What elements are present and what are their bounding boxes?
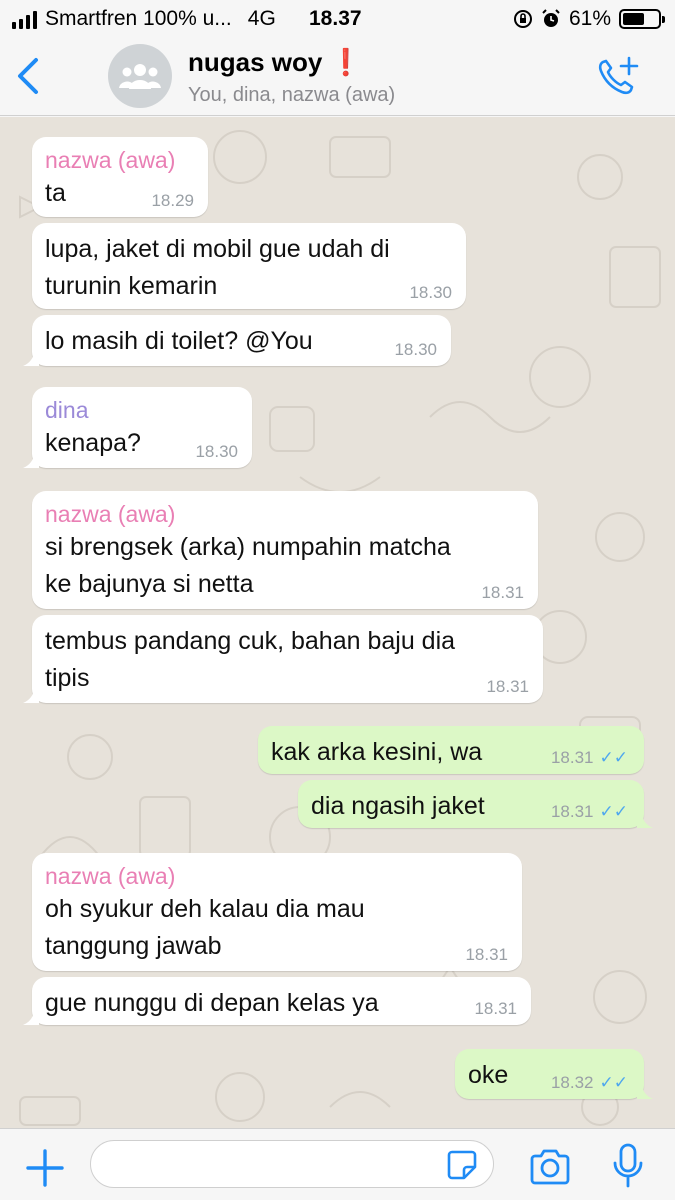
chat-title[interactable]: nugas woy ❗: [188, 47, 362, 78]
plus-icon[interactable]: [24, 1147, 66, 1189]
bubble-tail: [23, 452, 39, 468]
message-time: 18.31: [465, 945, 508, 964]
network-type: 4G: [247, 7, 276, 30]
sender-name: nazwa (awa): [45, 147, 176, 173]
group-icon: [119, 64, 161, 89]
message-time: 18.30: [394, 340, 437, 359]
message-text: lo masih di toilet? @You: [45, 327, 313, 355]
message-bubble-outgoing[interactable]: kak arka kesini, wa 18.31 ✓✓: [258, 726, 644, 774]
status-bar: Smartfren 100% u... 4G 18.37 61%: [0, 0, 675, 38]
add-call-icon[interactable]: [595, 54, 641, 98]
message-input[interactable]: [90, 1140, 494, 1188]
message-bubble[interactable]: nazwa (awa) ta 18.29: [32, 137, 208, 217]
message-bubble[interactable]: nazwa (awa) si brengsek (arka) numpahin …: [32, 491, 538, 609]
orientation-lock-icon: [513, 10, 532, 28]
message-text: lupa, jaket di mobil gue udah di: [45, 235, 390, 263]
message-text: si brengsek (arka) numpahin matcha: [45, 533, 451, 561]
message-time: 18.31: [474, 999, 517, 1018]
message-time: 18.29: [151, 191, 194, 210]
message-bubble[interactable]: nazwa (awa) oh syukur deh kalau dia mau …: [32, 853, 522, 971]
double-check-icon: ✓✓: [599, 748, 629, 767]
chat-participants[interactable]: You, dina, nazwa (awa): [188, 84, 395, 107]
chat-header: nugas woy ❗ You, dina, nazwa (awa): [0, 38, 675, 116]
message-time: 18.30: [195, 442, 238, 461]
alarm-icon: [542, 9, 560, 27]
chevron-left-icon[interactable]: [12, 54, 44, 98]
carrier-name: Smartfren 100% u...: [45, 7, 232, 30]
message-text: turunin kemarin: [45, 272, 218, 300]
message-bubble[interactable]: gue nunggu di depan kelas ya 18.31: [23, 977, 531, 1025]
bubble-tail: [23, 1009, 39, 1025]
sender-name: dina: [45, 397, 89, 423]
double-check-icon: ✓✓: [599, 802, 629, 821]
camera-icon[interactable]: [528, 1147, 572, 1187]
message-bubble-outgoing[interactable]: oke 18.32 ✓✓: [455, 1049, 653, 1099]
signal-icon: [12, 9, 37, 29]
bubble-tail: [637, 1083, 653, 1099]
message-text: tanggung jawab: [45, 932, 222, 960]
message-text: gue nunggu di depan kelas ya: [45, 989, 379, 1017]
sticker-icon[interactable]: [446, 1149, 478, 1181]
message-time: 18.31: [486, 677, 529, 696]
message-text: tembus pandang cuk, bahan baju dia: [45, 627, 456, 655]
sender-name: nazwa (awa): [45, 863, 176, 889]
group-avatar[interactable]: [108, 44, 172, 108]
input-bar: [0, 1128, 675, 1200]
sender-name: nazwa (awa): [45, 501, 176, 527]
battery-percent: 61%: [568, 7, 611, 30]
bubble-tail: [23, 687, 39, 703]
chat-area[interactable]: nazwa (awa) ta 18.29 lupa, jaket di mobi…: [0, 117, 675, 1128]
exclamation-emoji: ❗: [329, 47, 362, 77]
message-time: 18.31: [481, 583, 524, 602]
message-text: ke bajunya si netta: [45, 570, 254, 598]
message-text: oh syukur deh kalau dia mau: [45, 895, 365, 923]
clock: 18.37: [309, 7, 362, 30]
message-bubble[interactable]: tembus pandang cuk, bahan baju dia tipis…: [23, 615, 543, 703]
message-time: 18.31 ✓✓: [550, 802, 629, 821]
battery-icon: [619, 9, 665, 29]
message-time: 18.32 ✓✓: [550, 1073, 629, 1092]
message-bubble[interactable]: lo masih di toilet? @You 18.30: [23, 315, 451, 366]
message-time: 18.30: [409, 283, 452, 302]
double-check-icon: ✓✓: [599, 1073, 629, 1092]
microphone-icon[interactable]: [612, 1143, 644, 1189]
message-bubble-outgoing[interactable]: dia ngasih jaket 18.31 ✓✓: [298, 780, 653, 828]
message-bubble[interactable]: lupa, jaket di mobil gue udah di turunin…: [32, 223, 466, 309]
message-time: 18.31 ✓✓: [550, 748, 629, 767]
message-bubble[interactable]: dina kenapa? 18.30: [23, 387, 252, 468]
message-text: tipis: [45, 664, 90, 692]
bubble-tail: [23, 350, 39, 366]
bubble-tail: [637, 812, 653, 828]
